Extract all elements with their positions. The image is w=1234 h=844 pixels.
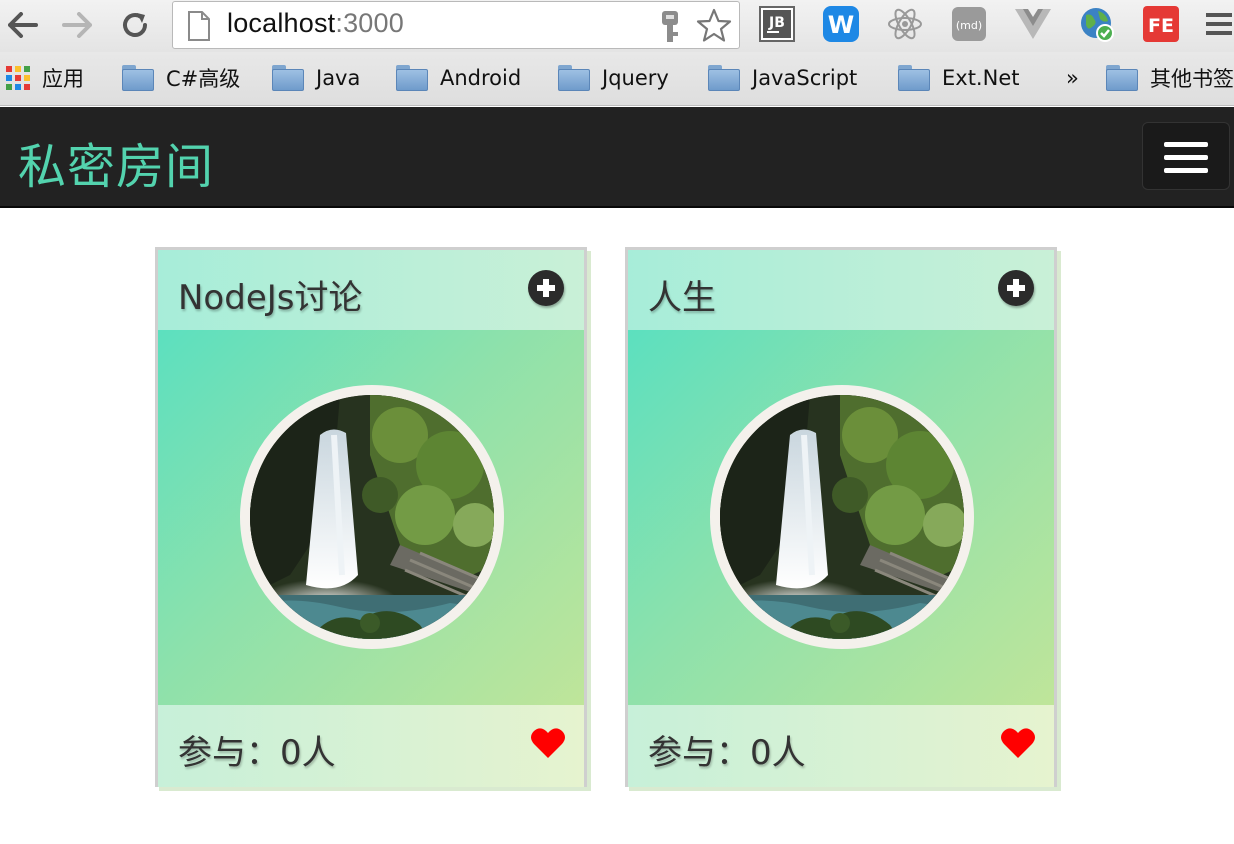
- overflow-chevron-icon: »: [1066, 66, 1079, 90]
- fe-icon[interactable]: FE: [1142, 5, 1180, 43]
- room-avatar-waterfall-image[interactable]: [240, 385, 504, 649]
- room-card[interactable]: 人生 参与：0人: [625, 247, 1057, 787]
- folder-icon: [1106, 65, 1138, 91]
- participant-count: 参与：0人: [648, 733, 806, 773]
- brand-title[interactable]: 私密房间: [18, 127, 214, 197]
- card-header: 人生: [628, 250, 1054, 330]
- folder-icon: [558, 65, 590, 91]
- bookmarks-overflow-button[interactable]: »: [1066, 63, 1079, 93]
- url-host: localhost: [227, 8, 336, 38]
- globe-icon[interactable]: [1078, 5, 1116, 43]
- reload-icon: [123, 13, 147, 37]
- bookmark-label: Java: [316, 66, 361, 90]
- bookmark-folder[interactable]: C#高级: [122, 63, 240, 93]
- md-label: (md): [956, 19, 982, 32]
- bookmark-label: Jquery: [602, 66, 669, 90]
- md-icon[interactable]: (md): [950, 5, 988, 43]
- jb-label: JB: [768, 15, 785, 31]
- card-footer: 参与：0人: [628, 705, 1054, 787]
- bookmark-label: Android: [440, 66, 522, 90]
- app-navbar: 私密房间: [0, 107, 1234, 208]
- bookmark-label: 应用: [42, 67, 84, 91]
- bookmark-label: Ext.Net: [942, 66, 1020, 90]
- room-card[interactable]: NodeJs讨论 参与：0人: [155, 247, 587, 787]
- navbar-toggle-button[interactable]: [1142, 122, 1230, 190]
- card-body[interactable]: [628, 330, 1054, 705]
- room-avatar-waterfall-image[interactable]: [710, 385, 974, 649]
- waterfall-photo: [720, 395, 964, 639]
- bookmark-folder[interactable]: Java: [272, 63, 360, 93]
- w-label: W: [828, 11, 854, 39]
- chrome-menu-button[interactable]: [1200, 5, 1234, 43]
- w-extension-icon[interactable]: W: [822, 5, 860, 43]
- participant-count: 参与：0人: [178, 733, 336, 773]
- waterfall-photo: [250, 395, 494, 639]
- react-icon[interactable]: [886, 5, 924, 43]
- back-arrow-icon: [8, 12, 38, 38]
- join-room-plus-icon[interactable]: [528, 270, 564, 306]
- folder-icon: [708, 65, 740, 91]
- room-title: NodeJs讨论: [178, 278, 363, 318]
- folder-icon: [272, 65, 304, 91]
- apps-grid-icon: [6, 66, 30, 90]
- folder-icon: [396, 65, 428, 91]
- address-bar[interactable]: localhost:3000: [172, 1, 740, 49]
- bookmark-label: 其他书签: [1150, 67, 1234, 91]
- card-header: NodeJs讨论: [158, 250, 584, 330]
- hamburger-line: [1164, 155, 1208, 160]
- heart-icon[interactable]: [530, 727, 566, 759]
- menu-icon: [1206, 13, 1232, 35]
- heart-icon[interactable]: [1000, 727, 1036, 759]
- bookmark-label: C#高级: [166, 67, 241, 91]
- card-footer: 参与：0人: [158, 705, 584, 787]
- folder-icon: [898, 65, 930, 91]
- reload-button[interactable]: [116, 6, 154, 44]
- bookmark-folder[interactable]: JavaScript: [708, 63, 857, 93]
- jetbrains-icon[interactable]: JB: [758, 5, 796, 43]
- folder-icon: [122, 65, 154, 91]
- bookmark-star-icon[interactable]: [695, 7, 733, 45]
- url-text[interactable]: localhost:3000: [227, 8, 404, 39]
- bookmarks-bar: 应用 C#高级 Java Android Jquery JavaScript E…: [0, 52, 1234, 106]
- url-port: :3000: [335, 8, 404, 38]
- join-room-plus-icon[interactable]: [998, 270, 1034, 306]
- back-button[interactable]: [4, 6, 42, 44]
- bookmark-folder[interactable]: Android: [396, 63, 521, 93]
- page-icon: [188, 11, 210, 41]
- card-body[interactable]: [158, 330, 584, 705]
- bookmark-other-folder[interactable]: 其他书签: [1106, 63, 1234, 93]
- bookmark-apps[interactable]: 应用: [6, 63, 84, 93]
- room-title: 人生: [648, 278, 716, 318]
- browser-toolbar: localhost:3000 JB W (md) FE: [0, 0, 1234, 52]
- bookmark-label: JavaScript: [752, 66, 858, 90]
- hamburger-line: [1164, 142, 1208, 147]
- key-icon[interactable]: [659, 10, 681, 44]
- fe-label: FE: [1148, 15, 1174, 37]
- forward-arrow-icon: [62, 12, 92, 38]
- hamburger-line: [1164, 168, 1208, 173]
- bookmark-folder[interactable]: Jquery: [558, 63, 669, 93]
- forward-button[interactable]: [58, 6, 96, 44]
- bookmark-folder[interactable]: Ext.Net: [898, 63, 1019, 93]
- vue-icon[interactable]: [1014, 5, 1052, 43]
